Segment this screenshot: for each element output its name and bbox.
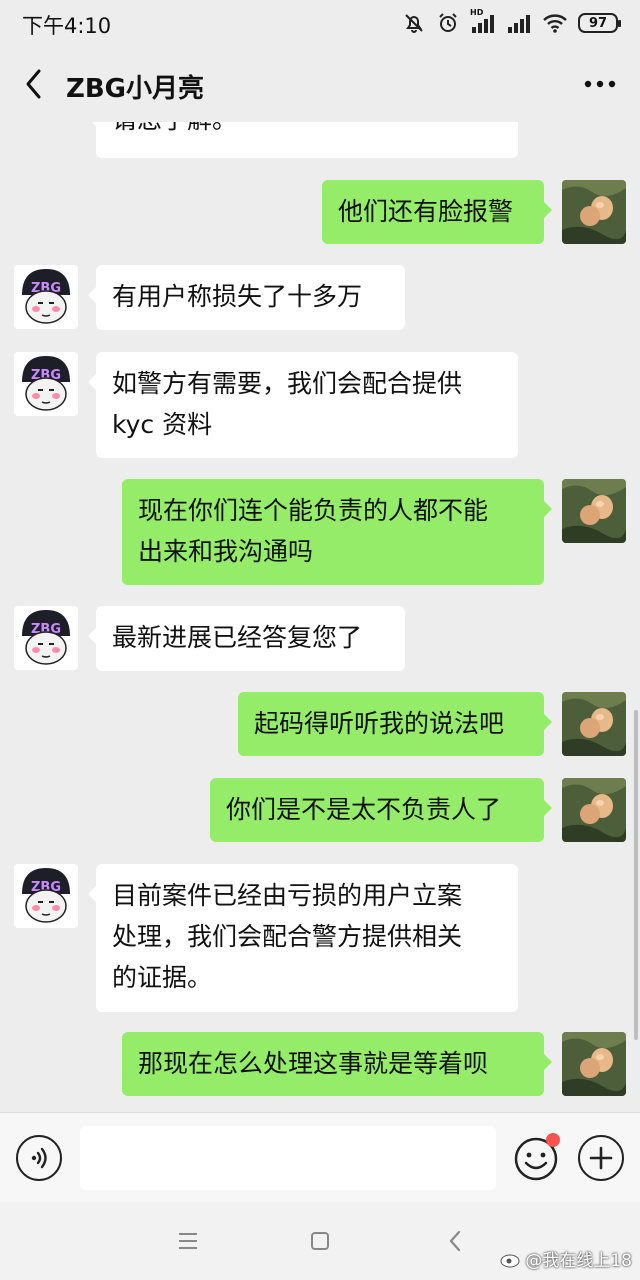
- watermark: @我在线上18: [500, 1246, 632, 1271]
- cartoon-face-avatar-icon: ZBG: [14, 265, 78, 329]
- square-icon: [311, 1232, 329, 1250]
- message-list[interactable]: 请您了解。 他们还有脸报警 ZBG: [0, 122, 640, 1112]
- voice-icon: [31, 1147, 47, 1169]
- signal-hd-group: HD: [470, 8, 496, 35]
- contact-avatar[interactable]: ZBG: [14, 265, 78, 329]
- fruit-photo-avatar-icon: [562, 180, 626, 244]
- message-bubble-sent[interactable]: 起码得听听我的说法吧: [238, 692, 552, 756]
- message-row-received: ZBG 最新进展已经答复您了: [0, 606, 640, 671]
- mute-icon: [405, 14, 423, 33]
- message-bubble-received[interactable]: 目前案件已经由亏损的用户立案 处理，我们会配合警方提供相关 的证据。: [88, 864, 518, 1012]
- message-row-received: ZBG 有用户称损失了十多万: [0, 265, 640, 330]
- message-row-received: ZBG 目前案件已经由亏损的用户立案 处理，我们会配合警方提供相关 的证据。: [0, 864, 640, 1012]
- message-bubble-received[interactable]: 请您了解。: [88, 122, 518, 158]
- my-avatar[interactable]: [562, 778, 626, 842]
- battery-icon: 97: [578, 13, 621, 33]
- cartoon-face-avatar-icon: ZBG: [14, 352, 78, 416]
- menu-button[interactable]: [173, 1226, 203, 1256]
- scrollbar[interactable]: [634, 710, 638, 1040]
- plus-icon: [589, 1146, 613, 1170]
- message-bubble-received[interactable]: 最新进展已经答复您了: [88, 606, 405, 671]
- back-button[interactable]: [14, 64, 54, 104]
- input-bar: [0, 1112, 640, 1202]
- message-row-sent: 你们是不是太不负责人了: [0, 778, 640, 842]
- system-navigation-bar: @我在线上18: [0, 1202, 640, 1280]
- contact-avatar[interactable]: ZBG: [14, 864, 78, 928]
- menu-icon: [179, 1233, 197, 1249]
- message-row-sent: 他们还有脸报警: [0, 180, 640, 244]
- message-bubble-sent[interactable]: 他们还有脸报警: [322, 180, 552, 244]
- wifi-icon: [543, 14, 567, 33]
- weibo-icon: [500, 1254, 520, 1267]
- message-bubble-received[interactable]: 如警方有需要，我们会配合提供 kyc 资料: [88, 352, 518, 458]
- message-bubble-sent[interactable]: 现在你们连个能负责的人都不能 出来和我沟通吗: [122, 479, 552, 585]
- voice-button[interactable]: [16, 1135, 62, 1181]
- notification-dot: [546, 1133, 560, 1147]
- signal-icon: [472, 15, 494, 33]
- message-row-received: ZBG 如警方有需要，我们会配合提供 kyc 资料: [0, 352, 640, 458]
- chat-title: ZBG小月亮: [66, 74, 205, 104]
- message-bubble-sent[interactable]: 那现在怎么处理这事就是等着呗: [122, 1032, 552, 1096]
- message-row-received: 请您了解。: [0, 122, 640, 158]
- my-avatar[interactable]: [562, 180, 626, 244]
- more-horizontal-icon: [584, 80, 616, 88]
- contact-avatar[interactable]: ZBG: [14, 352, 78, 416]
- message-bubble-sent[interactable]: 你们是不是太不负责人了: [210, 778, 552, 842]
- message-bubble-received[interactable]: 有用户称损失了十多万: [88, 265, 405, 330]
- message-input[interactable]: [80, 1126, 496, 1190]
- my-avatar[interactable]: [562, 479, 626, 543]
- cartoon-face-avatar-icon: ZBG: [14, 606, 78, 670]
- message-row-sent: 那现在怎么处理这事就是等着呗: [0, 1032, 640, 1096]
- fruit-photo-avatar-icon: [562, 778, 626, 842]
- fruit-photo-avatar-icon: [562, 479, 626, 543]
- fruit-photo-avatar-icon: [562, 692, 626, 756]
- signal-icon: [508, 15, 530, 33]
- contact-avatar[interactable]: ZBG: [14, 606, 78, 670]
- back-triangle-icon: [449, 1230, 461, 1252]
- chevron-left-icon: [26, 69, 41, 99]
- status-icons: HD 97: [402, 8, 621, 37]
- my-avatar[interactable]: [562, 692, 626, 756]
- battery-level: 97: [588, 15, 608, 31]
- watermark-text: @我在线上18: [525, 1251, 632, 1271]
- cartoon-face-avatar-icon: ZBG: [14, 864, 78, 928]
- plus-button[interactable]: [578, 1135, 624, 1181]
- my-avatar[interactable]: [562, 1032, 626, 1096]
- status-bar: 下午4:10 HD 97: [0, 0, 640, 46]
- fruit-photo-avatar-icon: [562, 1032, 626, 1096]
- system-back-button[interactable]: [440, 1226, 470, 1256]
- chat-header: ZBG小月亮: [0, 46, 640, 122]
- message-row-sent: 现在你们连个能负责的人都不能 出来和我沟通吗: [0, 479, 640, 585]
- status-time: 下午4:10: [22, 14, 112, 38]
- more-button[interactable]: [580, 66, 620, 102]
- alarm-icon: [439, 13, 457, 32]
- message-row-sent: 起码得听听我的说法吧: [0, 692, 640, 756]
- home-button[interactable]: [305, 1226, 335, 1256]
